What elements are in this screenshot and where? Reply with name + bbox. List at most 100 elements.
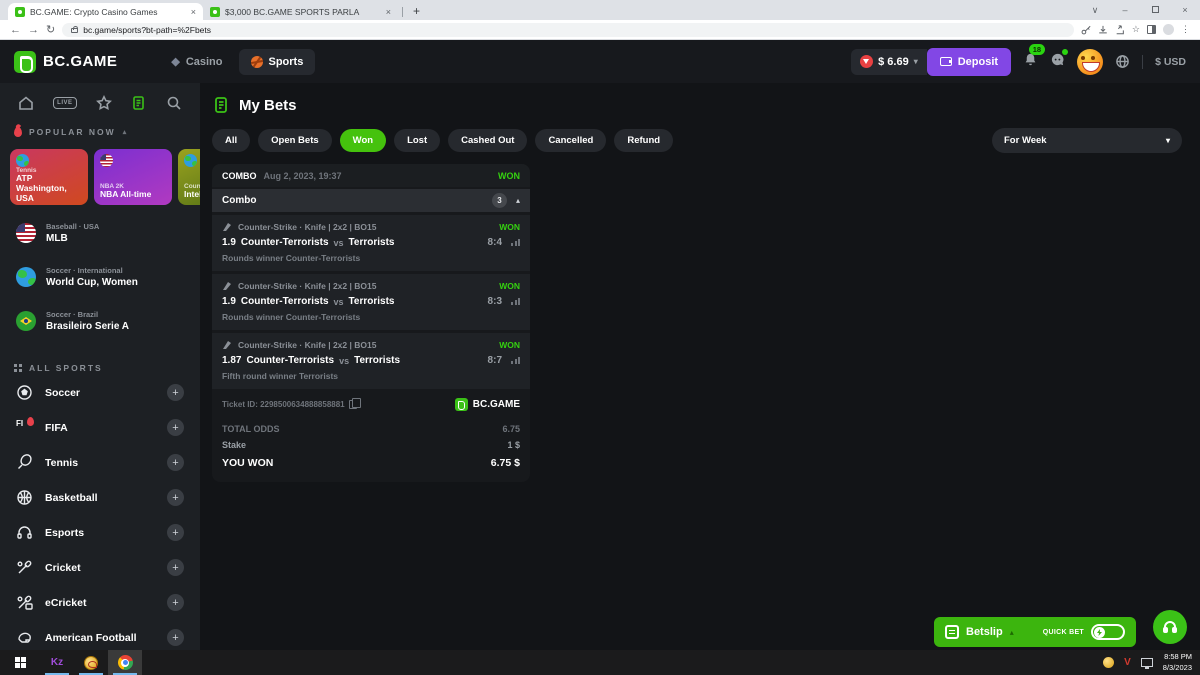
- chat-button[interactable]: [1050, 52, 1065, 72]
- taskbar-app-chrome[interactable]: [108, 650, 142, 675]
- stats-icon[interactable]: [511, 239, 520, 246]
- filter-cancelled[interactable]: Cancelled: [535, 129, 606, 152]
- bet-leg[interactable]: Counter-Strike · Knife | 2x2 | BO15 WON …: [212, 274, 530, 330]
- restore-button[interactable]: [1140, 5, 1170, 15]
- plus-button[interactable]: +: [167, 594, 184, 611]
- network-icon[interactable]: [1141, 658, 1153, 667]
- copy-icon[interactable]: [349, 400, 357, 409]
- event-brasileiro[interactable]: Soccer · Brazil Brasileiro Serie A: [10, 299, 190, 343]
- stats-icon[interactable]: [511, 298, 520, 305]
- taskbar-app-kz[interactable]: Kz: [40, 650, 74, 675]
- browser-tab-active[interactable]: BC.GAME: Crypto Casino Games ×: [8, 3, 203, 20]
- bet-date: Aug 2, 2023, 19:37: [264, 171, 342, 181]
- new-tab-button[interactable]: +: [413, 4, 420, 18]
- nav-casino[interactable]: ◆ Casino: [159, 48, 234, 75]
- tab-search-icon[interactable]: ∨: [1080, 5, 1110, 16]
- filter-cashed-out[interactable]: Cashed Out: [448, 129, 527, 152]
- leg-away-team: Terrorists: [354, 355, 400, 366]
- my-bets-icon[interactable]: [131, 95, 147, 111]
- user-avatar[interactable]: [1077, 49, 1103, 75]
- bet-leg[interactable]: Counter-Strike · Knife | 2x2 | BO15 WON …: [212, 215, 530, 271]
- stats-icon[interactable]: [511, 357, 520, 364]
- plus-button[interactable]: +: [167, 524, 184, 541]
- popular-now-header[interactable]: POPULAR NOW ▴: [10, 125, 190, 139]
- tab-close-icon[interactable]: ×: [191, 7, 196, 17]
- balance-selector[interactable]: $ 6.69 ▾: [851, 49, 927, 75]
- combo-toggle-row[interactable]: Combo 3 ▴: [212, 189, 530, 212]
- plus-button[interactable]: +: [167, 559, 184, 576]
- support-button[interactable]: [1153, 610, 1187, 644]
- quick-bet-toggle[interactable]: [1091, 624, 1125, 640]
- brazil-flag-icon: [16, 311, 36, 331]
- sidebar-item-tennis[interactable]: Tennis +: [10, 445, 190, 480]
- sidebar-item-cricket[interactable]: Cricket +: [10, 550, 190, 585]
- taskbar-clock[interactable]: 8:58 PM 8/3/2023: [1163, 652, 1192, 673]
- close-button[interactable]: ×: [1170, 5, 1200, 15]
- star-icon[interactable]: [96, 95, 112, 111]
- plus-button[interactable]: +: [167, 419, 184, 436]
- main-content: My Bets All Open Bets Won Lost Cashed Ou…: [200, 83, 1200, 650]
- counter-strike-icon: [222, 340, 232, 350]
- live-icon[interactable]: LIVE: [53, 97, 76, 109]
- plus-button[interactable]: +: [167, 454, 184, 471]
- filter-won[interactable]: Won: [340, 129, 386, 152]
- notifications-button[interactable]: 18: [1023, 52, 1038, 72]
- password-key-icon[interactable]: [1081, 25, 1091, 35]
- filter-lost[interactable]: Lost: [394, 129, 440, 152]
- sidebar-item-american-football[interactable]: American Football +: [10, 620, 190, 650]
- bet-leg[interactable]: Counter-Strike · Knife | 2x2 | BO15 WON …: [212, 333, 530, 389]
- leg-odds: 1.9: [222, 296, 236, 307]
- deposit-button[interactable]: Deposit: [927, 48, 1011, 76]
- start-button[interactable]: [0, 650, 40, 675]
- sidebar-item-ecricket[interactable]: eCricket +: [10, 585, 190, 620]
- back-button[interactable]: ←: [10, 24, 21, 36]
- leg-status: WON: [499, 281, 520, 291]
- betslip-bar[interactable]: Betslip ▴ QUICK BET: [934, 617, 1136, 647]
- popular-card-tennis[interactable]: Tennis ATP Washington, USA: [10, 149, 88, 205]
- reload-button[interactable]: ↻: [46, 23, 55, 36]
- sidebar-item-esports[interactable]: Esports +: [10, 515, 190, 550]
- nav-sports-label: Sports: [269, 56, 304, 68]
- sidebar-item-fifa[interactable]: FI FIFA +: [10, 410, 190, 445]
- tab-close-icon[interactable]: ×: [386, 7, 391, 17]
- popular-card-csgo[interactable]: Count Intel E Maste: [178, 149, 200, 205]
- plus-button[interactable]: +: [167, 384, 184, 401]
- caret-up-icon: ▴: [1010, 628, 1014, 637]
- filter-all[interactable]: All: [212, 129, 250, 152]
- browser-menu-icon[interactable]: ⋮: [1181, 24, 1190, 35]
- share-icon[interactable]: [1115, 25, 1125, 35]
- home-icon[interactable]: [18, 95, 34, 111]
- brand-title[interactable]: BC.GAME: [43, 53, 117, 70]
- tray-coin-icon[interactable]: [1103, 657, 1114, 668]
- sidebar-item-basketball[interactable]: Basketball +: [10, 480, 190, 515]
- side-panel-icon[interactable]: [1147, 25, 1156, 34]
- download-icon[interactable]: [1098, 25, 1108, 35]
- window-controls: ∨ – ×: [1080, 0, 1200, 20]
- event-mlb[interactable]: Baseball · USA MLB: [10, 211, 190, 255]
- leg-league: Counter-Strike · Knife | 2x2 | BO15: [238, 281, 376, 291]
- forward-button[interactable]: →: [28, 24, 39, 36]
- taskbar-app-garena[interactable]: [74, 650, 108, 675]
- bcgame-logo-icon[interactable]: [14, 51, 36, 73]
- plus-button[interactable]: +: [167, 629, 184, 646]
- search-icon[interactable]: [166, 95, 182, 111]
- language-globe-icon[interactable]: [1115, 54, 1130, 69]
- nav-sports[interactable]: Sports: [239, 49, 316, 75]
- minimize-button[interactable]: –: [1110, 5, 1140, 15]
- tray-v-icon[interactable]: V: [1124, 657, 1131, 668]
- clock-time: 8:58 PM: [1163, 652, 1192, 663]
- currency-selector[interactable]: $ USD: [1155, 56, 1186, 68]
- plus-button[interactable]: +: [167, 489, 184, 506]
- sidebar-item-soccer[interactable]: Soccer +: [10, 375, 190, 410]
- sport-label: eCricket: [45, 597, 86, 609]
- popular-card-nba2k[interactable]: NBA 2K NBA All-time: [94, 149, 172, 205]
- period-select[interactable]: For Week ▾: [992, 128, 1182, 153]
- bookmark-star-icon[interactable]: ☆: [1132, 24, 1140, 35]
- browser-tab[interactable]: $3,000 BC.GAME SPORTS PARLA ×: [203, 3, 398, 20]
- address-bar[interactable]: bc.game/sports?bt-path=%2Fbets: [62, 23, 1074, 37]
- bet-totals: TOTAL ODDS 6.75 Stake 1 $ YOU WON 6.75 $: [212, 417, 530, 482]
- browser-profile-avatar[interactable]: [1163, 24, 1174, 35]
- filter-refund[interactable]: Refund: [614, 129, 673, 152]
- event-world-cup[interactable]: Soccer · International World Cup, Women: [10, 255, 190, 299]
- filter-open-bets[interactable]: Open Bets: [258, 129, 332, 152]
